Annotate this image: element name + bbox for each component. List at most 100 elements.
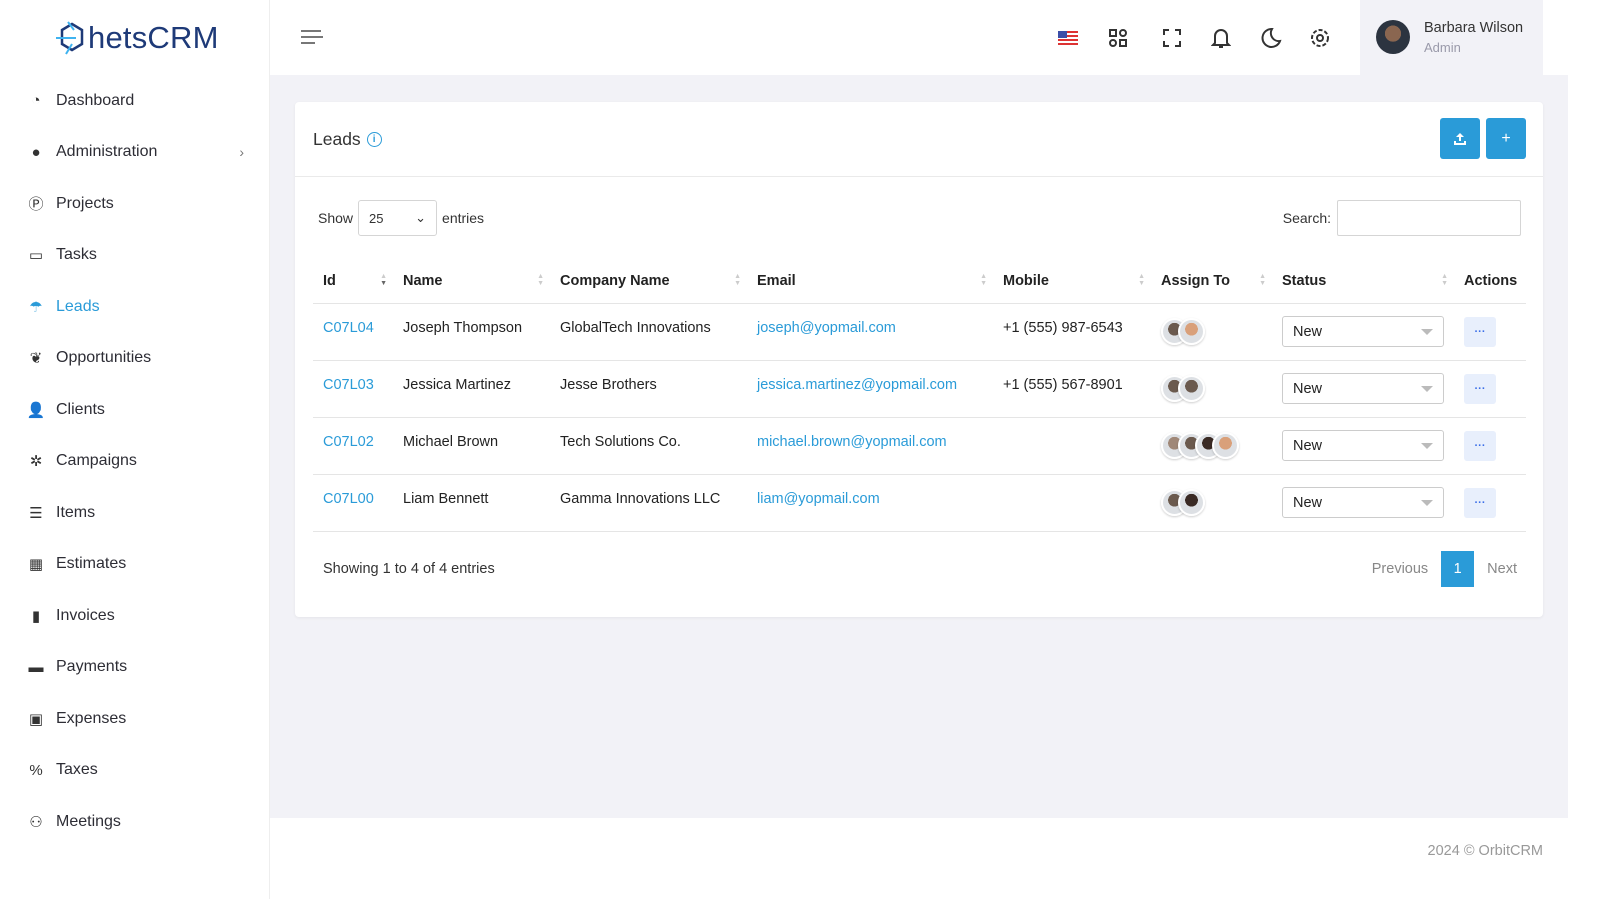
column-header-assign-to[interactable]: Assign To ▲ ▼ bbox=[1151, 259, 1272, 304]
user-name: Barbara Wilson bbox=[1424, 20, 1524, 36]
caret-down-icon bbox=[1421, 385, 1433, 392]
status-select[interactable]: New bbox=[1282, 430, 1444, 461]
column-header-status[interactable]: Status ▲ ▼ bbox=[1272, 259, 1454, 304]
sidebar-item-estimates[interactable]: ▦ Estimates bbox=[0, 539, 270, 591]
next-button[interactable]: Next bbox=[1487, 561, 1517, 577]
company-name: Tech Solutions Co. bbox=[550, 417, 747, 475]
show-label: Show bbox=[318, 210, 354, 226]
actions-menu-button[interactable]: ··· bbox=[1464, 430, 1496, 461]
settings-gear-icon[interactable] bbox=[1308, 26, 1332, 50]
sidebar-item-meetings[interactable]: ⚇ Meetings bbox=[0, 796, 270, 848]
sidebar-item-campaigns[interactable]: ✲ Campaigns bbox=[0, 436, 270, 488]
status-select[interactable]: New bbox=[1282, 316, 1444, 347]
actions-menu-button[interactable]: ··· bbox=[1464, 373, 1496, 404]
page-size-select[interactable]: 25 ⌄ bbox=[358, 200, 438, 236]
bell-icon[interactable] bbox=[1209, 26, 1233, 50]
sidebar-item-invoices[interactable]: ▮ Invoices bbox=[0, 590, 270, 642]
chevron-down-icon: ⌄ bbox=[415, 210, 427, 225]
sidebar-item-label: Expenses bbox=[56, 709, 127, 727]
sort-icon: ▲ ▼ bbox=[537, 273, 544, 287]
previous-button[interactable]: Previous bbox=[1372, 561, 1428, 577]
avatar[interactable] bbox=[1178, 318, 1205, 345]
sidebar-item-dashboard[interactable]: ◔ Dashboard bbox=[0, 75, 270, 127]
assignee-avatars bbox=[1161, 432, 1272, 459]
lead-id-link[interactable]: C07L02 bbox=[323, 434, 374, 450]
mobile bbox=[993, 417, 1151, 475]
us-flag-icon[interactable] bbox=[1056, 26, 1080, 50]
status-value: New bbox=[1293, 323, 1323, 340]
column-label: Mobile bbox=[1003, 272, 1049, 289]
actions-menu-button[interactable]: ··· bbox=[1464, 487, 1496, 518]
sidebar-item-tasks[interactable]: ▭ Tasks bbox=[0, 230, 270, 282]
main-area: 1 Barbara Wilson Admin Leadsi + Show 25 ⌄… bbox=[270, 0, 1568, 899]
caret-down-icon bbox=[1421, 328, 1433, 335]
file-icon: ▮ bbox=[31, 607, 41, 625]
column-label: Id bbox=[323, 272, 336, 289]
fullscreen-icon[interactable] bbox=[1160, 26, 1184, 50]
card-header: Leads i + bbox=[295, 102, 1543, 177]
company-name: Jesse Brothers bbox=[550, 360, 747, 418]
company-name: Gamma Innovations LLC bbox=[550, 474, 747, 532]
search-control: Search: bbox=[1283, 200, 1521, 236]
user-circle-icon: ● bbox=[31, 143, 41, 161]
topbar: 1 Barbara Wilson Admin bbox=[270, 0, 1568, 75]
status-select[interactable]: New bbox=[1282, 487, 1444, 518]
sidebar-item-administration[interactable]: ● Administration › bbox=[0, 127, 270, 179]
avatar[interactable] bbox=[1178, 489, 1205, 516]
menu-toggle-icon[interactable] bbox=[300, 28, 324, 49]
sidebar-item-payments[interactable]: ▬ Payments bbox=[0, 642, 270, 694]
apps-grid-icon[interactable] bbox=[1106, 26, 1130, 50]
status-value: New bbox=[1293, 437, 1323, 454]
sidebar-item-expenses[interactable]: ▣ Expenses bbox=[0, 693, 270, 745]
sidebar-item-opportunities[interactable]: ❦ Opportunities bbox=[0, 333, 270, 385]
table-row: C07L02 Michael Brown Tech Solutions Co. … bbox=[313, 417, 1526, 475]
sidebar-nav: ◔ Dashboard ● Administration › Ⓟ Projects ▭ Task… bbox=[0, 75, 270, 848]
sidebar-item-clients[interactable]: 👤 Clients bbox=[0, 384, 270, 436]
sidebar-item-label: Payments bbox=[56, 658, 128, 676]
table-info: Showing 1 to 4 of 4 entries bbox=[323, 561, 495, 577]
page-1-button[interactable]: 1 bbox=[1441, 551, 1475, 587]
list-icon: ☰ bbox=[29, 504, 43, 522]
sidebar-item-label: Leads bbox=[56, 297, 100, 315]
lead-id-link[interactable]: C07L04 bbox=[323, 320, 374, 336]
column-label: Status bbox=[1282, 272, 1327, 289]
column-label: Email bbox=[757, 272, 796, 289]
chevron-right-icon: › bbox=[239, 144, 244, 161]
column-header-name[interactable]: Name ▲ ▼ bbox=[393, 259, 550, 304]
user-menu[interactable]: Barbara Wilson Admin bbox=[1360, 0, 1543, 75]
sidebar-item-projects[interactable]: Ⓟ Projects bbox=[0, 178, 270, 230]
actions-menu-button[interactable]: ··· bbox=[1464, 316, 1496, 347]
column-header-email[interactable]: Email ▲ ▼ bbox=[747, 259, 993, 304]
dark-mode-moon-icon[interactable] bbox=[1259, 26, 1283, 50]
column-header-id[interactable]: Id ▲ ▼ bbox=[313, 259, 393, 304]
avatar[interactable] bbox=[1212, 432, 1239, 459]
sidebar-item-label: Opportunities bbox=[56, 349, 152, 367]
column-header-mobile[interactable]: Mobile ▲ ▼ bbox=[993, 259, 1151, 304]
email-link[interactable]: joseph@yopmail.com bbox=[757, 320, 896, 336]
entries-label: entries bbox=[442, 210, 485, 226]
email-link[interactable]: jessica.martinez@yopmail.com bbox=[757, 377, 957, 393]
info-icon[interactable]: i bbox=[366, 132, 382, 147]
email-link[interactable]: michael.brown@yopmail.com bbox=[757, 434, 947, 450]
search-input[interactable] bbox=[1337, 200, 1521, 236]
sidebar-item-leads[interactable]: ☂ Leads bbox=[0, 281, 270, 333]
lead-name: Jessica Martinez bbox=[393, 360, 550, 418]
add-lead-button[interactable]: + bbox=[1486, 118, 1526, 159]
column-header-company-name[interactable]: Company Name ▲ ▼ bbox=[550, 259, 747, 304]
column-label: Company Name bbox=[560, 272, 670, 289]
lead-id-link[interactable]: C07L00 bbox=[323, 491, 374, 507]
logo[interactable]: hetsCRM bbox=[54, 18, 219, 58]
sidebar-item-taxes[interactable]: % Taxes bbox=[0, 745, 270, 797]
caret-down-icon bbox=[1421, 442, 1433, 449]
status-select[interactable]: New bbox=[1282, 373, 1444, 404]
scrollbar[interactable] bbox=[1568, 0, 1599, 899]
export-button[interactable] bbox=[1440, 118, 1480, 159]
copyright: 2024 © OrbitCRM bbox=[1427, 843, 1543, 859]
avatar bbox=[1376, 20, 1410, 54]
lead-id-link[interactable]: C07L03 bbox=[323, 377, 374, 393]
email-link[interactable]: liam@yopmail.com bbox=[757, 491, 880, 507]
sidebar-item-items[interactable]: ☰ Items bbox=[0, 487, 270, 539]
assignee-avatars bbox=[1161, 318, 1272, 345]
mobile bbox=[993, 474, 1151, 532]
avatar[interactable] bbox=[1178, 375, 1205, 402]
